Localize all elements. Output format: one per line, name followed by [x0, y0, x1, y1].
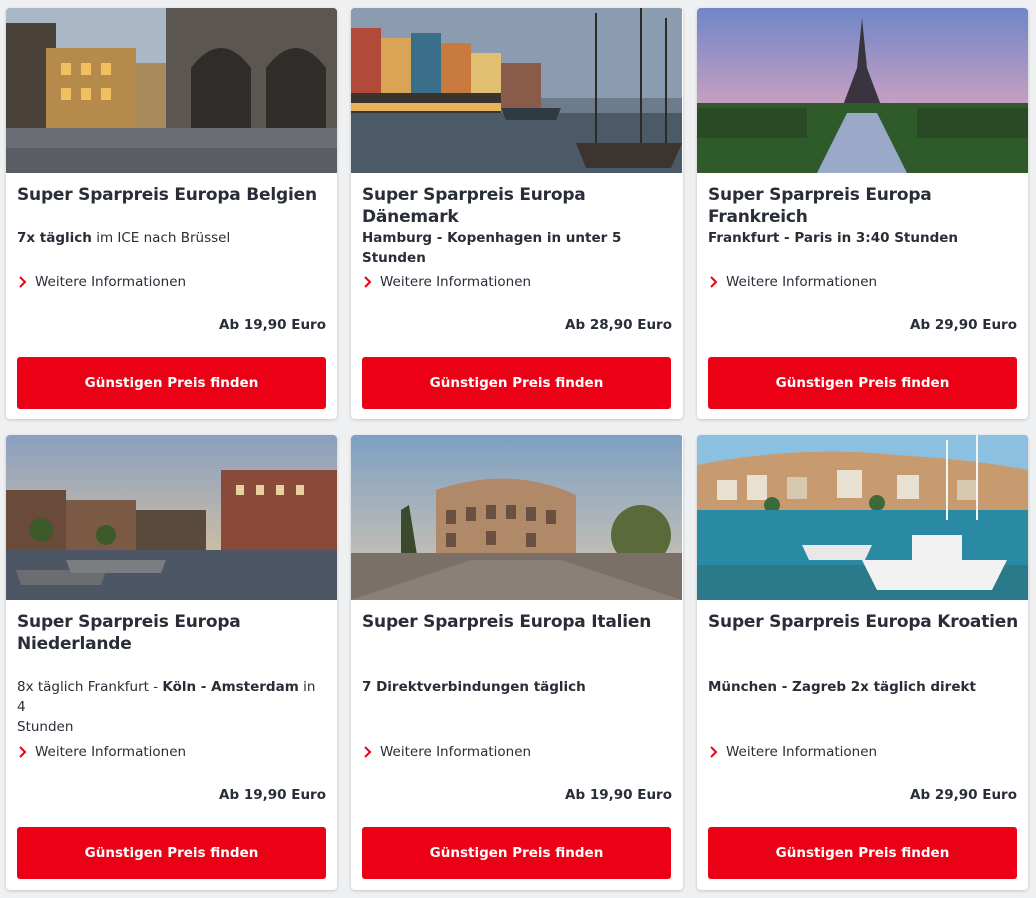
offer-card-italien: Super Sparpreis Europa Italien 7 Direktv…: [351, 435, 683, 890]
offer-title: Super Sparpreis Europa Italien: [362, 612, 652, 632]
more-info-link[interactable]: Weitere Informationen: [708, 742, 877, 762]
offer-title: Super Sparpreis Europa Dänemark: [362, 185, 586, 227]
offer-image[interactable]: [697, 435, 1028, 600]
chevron-right-icon: [364, 746, 372, 758]
offer-image[interactable]: [6, 435, 337, 600]
offer-card-kroatien: Super Sparpreis Europa Kroatien München …: [697, 435, 1028, 890]
find-price-button[interactable]: Günstigen Preis finden: [362, 357, 671, 409]
chevron-right-icon: [19, 746, 27, 758]
offer-price: Ab 19,90 Euro: [219, 787, 326, 803]
offer-price: Ab 19,90 Euro: [565, 787, 672, 803]
offer-price: Ab 29,90 Euro: [910, 317, 1017, 333]
offer-card-daenemark: Super Sparpreis Europa Dänemark Hamburg …: [351, 8, 683, 419]
offer-description: 7x täglich im ICE nach Brüssel: [17, 230, 231, 246]
offer-card-frankreich: Super Sparpreis Europa Frankreich Frankf…: [697, 8, 1028, 419]
offer-price: Ab 19,90 Euro: [219, 317, 326, 333]
chevron-right-icon: [19, 276, 27, 288]
offer-description: Frankfurt - Paris in 3:40 Stunden: [708, 230, 959, 246]
offer-description: 7 Direktverbindungen täglich: [362, 679, 586, 695]
offer-title: Super Sparpreis Europa Frankreich: [708, 185, 932, 227]
offer-price: Ab 29,90 Euro: [910, 787, 1017, 803]
offer-image[interactable]: [351, 8, 682, 173]
offer-description: 8x täglich Frankfurt - Köln - Amsterdam …: [17, 679, 316, 735]
offer-description: München - Zagreb 2x täglich direkt: [708, 679, 976, 695]
more-info-link[interactable]: Weitere Informationen: [17, 742, 186, 762]
more-info-link[interactable]: Weitere Informationen: [708, 272, 877, 292]
offer-grid: Super Sparpreis Europa Belgien 7x täglic…: [0, 0, 1036, 898]
find-price-button[interactable]: Günstigen Preis finden: [708, 827, 1017, 879]
more-info-link[interactable]: Weitere Informationen: [362, 272, 531, 292]
offer-card-belgien: Super Sparpreis Europa Belgien 7x täglic…: [6, 8, 337, 419]
offer-image[interactable]: [351, 435, 682, 600]
offer-image[interactable]: [697, 8, 1028, 173]
chevron-right-icon: [364, 276, 372, 288]
offer-image[interactable]: [6, 8, 337, 173]
find-price-button[interactable]: Günstigen Preis finden: [708, 357, 1017, 409]
offer-description: Hamburg - Kopenhagen in unter 5 Stunden: [362, 230, 622, 266]
offer-card-niederlande: Super Sparpreis Europa Niederlande 8x täg…: [6, 435, 337, 890]
offer-price: Ab 28,90 Euro: [565, 317, 672, 333]
find-price-button[interactable]: Günstigen Preis finden: [17, 827, 326, 879]
find-price-button[interactable]: Günstigen Preis finden: [17, 357, 326, 409]
more-info-link[interactable]: Weitere Informationen: [362, 742, 531, 762]
offer-title: Super Sparpreis Europa Kroatien: [708, 612, 1018, 632]
chevron-right-icon: [710, 276, 718, 288]
more-info-link[interactable]: Weitere Informationen: [17, 272, 186, 292]
chevron-right-icon: [710, 746, 718, 758]
offer-title: Super Sparpreis Europa Niederlande: [17, 612, 241, 654]
offer-title: Super Sparpreis Europa Belgien: [17, 185, 317, 205]
find-price-button[interactable]: Günstigen Preis finden: [362, 827, 671, 879]
